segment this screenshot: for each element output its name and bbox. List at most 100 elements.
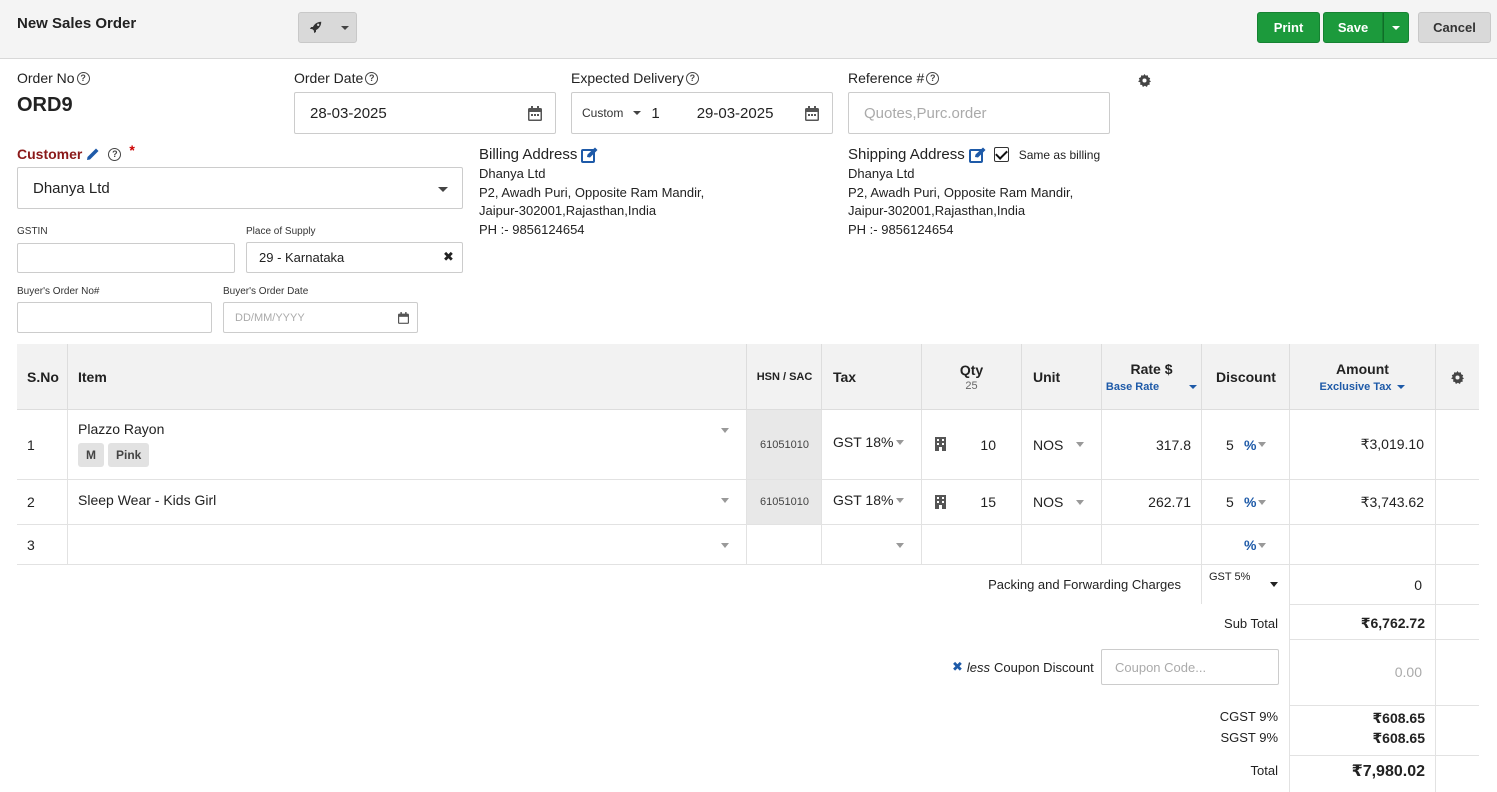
row-tax-select[interactable]: GST 18% (821, 480, 921, 524)
chevron-down-icon (721, 498, 729, 503)
col-settings (1435, 344, 1479, 410)
row-qty-input[interactable] (921, 525, 1021, 564)
row-discount-input[interactable]: 5 % (1201, 480, 1290, 524)
col-discount: Discount (1201, 344, 1290, 410)
calendar-icon[interactable] (398, 312, 409, 324)
same-as-billing-label: Same as billing (1018, 147, 1101, 162)
warehouse-icon[interactable] (935, 437, 946, 451)
delivery-mode-select[interactable]: Custom (582, 106, 623, 120)
row-tax-select[interactable] (821, 525, 921, 564)
edit-icon[interactable] (581, 147, 598, 163)
help-icon[interactable]: ? (365, 71, 379, 85)
chevron-down-icon (1397, 385, 1406, 389)
help-icon[interactable]: ? (926, 71, 940, 85)
save-options-button[interactable] (1383, 12, 1409, 43)
table-row: 1 Plazzo Rayon M Pink 61051010 GST 18% 10… (17, 410, 1479, 480)
row-tax-select[interactable]: GST 18% (821, 410, 921, 479)
sgst-label: SGST 9% (1220, 730, 1278, 745)
remove-coupon-icon[interactable]: ✖ (952, 659, 963, 675)
gstin-input[interactable] (17, 243, 235, 273)
packing-tax-select[interactable]: GST 5% (1209, 571, 1278, 587)
page-title: New Sales Order (17, 15, 137, 32)
row-item-select[interactable]: Plazzo Rayon M Pink (67, 410, 747, 479)
col-qty: Qty 25 (921, 344, 1021, 410)
coupon-code-input[interactable]: Coupon Code... (1101, 649, 1279, 685)
col-sno: S.No (27, 369, 59, 385)
shipping-address-title: Shipping Address Same as billing (848, 146, 1101, 163)
gear-icon[interactable] (1138, 74, 1151, 87)
row-rate-input[interactable]: 317.8 (1101, 410, 1201, 479)
calendar-icon[interactable] (805, 106, 819, 121)
row-discount-input[interactable]: 5 % (1201, 410, 1290, 479)
row-amount (1289, 525, 1435, 564)
row-unit-select[interactable]: NOS (1021, 410, 1101, 479)
row-hsn: 61051010 (746, 410, 822, 479)
row-qty-input[interactable]: 15 (921, 480, 1021, 524)
sgst-value: ₹608.65 (1372, 730, 1425, 746)
warehouse-icon[interactable] (935, 495, 946, 509)
row-actions (1435, 480, 1479, 524)
help-icon[interactable]: ? (685, 71, 699, 85)
discount-type-select[interactable]: % (1244, 494, 1256, 510)
buyers-order-date-input[interactable]: DD/MM/YYYY (223, 302, 418, 333)
row-unit-select[interactable]: NOS (1021, 480, 1101, 524)
help-icon[interactable]: ? (108, 147, 122, 161)
row-rate-input[interactable] (1101, 525, 1201, 564)
pencil-icon[interactable] (86, 147, 100, 161)
order-no-label: Order No? (17, 70, 90, 86)
coupon-row: ✖ less Coupon Discount (952, 659, 1094, 675)
expected-delivery-label: Expected Delivery? (571, 70, 699, 86)
chevron-down-icon (896, 543, 904, 548)
chevron-down-icon (721, 428, 729, 433)
divider (1289, 705, 1479, 706)
cancel-button[interactable]: Cancel (1418, 12, 1491, 43)
col-tax: Tax (821, 344, 921, 410)
row-sno: 1 (27, 436, 35, 453)
customer-select[interactable]: Dhanya Ltd (17, 167, 463, 209)
same-as-billing-checkbox[interactable] (993, 147, 1009, 162)
row-qty-input[interactable]: 10 (921, 410, 1021, 479)
row-item-select[interactable] (67, 525, 747, 564)
place-of-supply-label: Place of Supply (246, 226, 316, 237)
print-button[interactable]: Print (1257, 12, 1320, 43)
delivery-days-input[interactable]: 1 (651, 105, 659, 122)
place-of-supply-select[interactable]: 29 - Karnataka ✖ (246, 242, 463, 273)
reference-input[interactable]: Quotes,Purc.order (848, 92, 1110, 134)
row-rate-input[interactable]: 262.71 (1101, 480, 1201, 524)
quick-actions-button[interactable] (298, 12, 357, 43)
row-item-select[interactable]: Sleep Wear - Kids Girl (67, 480, 747, 524)
calendar-icon[interactable] (528, 106, 542, 121)
items-table-header: S.No Item HSN / SAC Tax Qty 25 Unit Rate… (17, 344, 1479, 410)
rocket-icon (309, 21, 322, 34)
chevron-down-icon (1076, 500, 1084, 505)
total-value: ₹7,980.02 (1351, 763, 1425, 780)
divider (1289, 639, 1479, 640)
save-button[interactable]: Save (1323, 12, 1383, 43)
table-row: 2 Sleep Wear - Kids Girl 61051010 GST 18… (17, 480, 1479, 525)
amount-type-select[interactable]: Exclusive Tax (1320, 381, 1406, 393)
rate-type-select[interactable]: Base Rate (1106, 381, 1198, 393)
billing-address: Dhanya Ltd P2, Awadh Puri, Opposite Ram … (479, 166, 705, 237)
order-date-input[interactable]: 28-03-2025 (294, 92, 556, 134)
qty-total: 25 (965, 380, 978, 392)
row-unit-select[interactable] (1021, 525, 1101, 564)
packing-value-input[interactable]: 0 (1300, 577, 1422, 593)
shipping-address: Dhanya Ltd P2, Awadh Puri, Opposite Ram … (848, 166, 1074, 237)
buyers-order-no-input[interactable] (17, 302, 212, 333)
row-amount: ₹3,743.62 (1289, 480, 1435, 524)
discount-type-select[interactable]: % (1244, 437, 1256, 453)
row-actions (1435, 525, 1479, 564)
help-icon[interactable]: ? (76, 71, 90, 85)
customer-label: Customer ? * (17, 142, 135, 162)
chevron-down-icon (1258, 500, 1266, 505)
clear-icon[interactable]: ✖ (443, 249, 454, 265)
subtotal-value: ₹6,762.72 (1360, 615, 1425, 631)
discount-type-select[interactable]: % (1244, 537, 1256, 553)
divider (1435, 565, 1436, 792)
col-item: Item (67, 344, 747, 410)
gear-icon[interactable] (1451, 370, 1464, 384)
expected-delivery-input[interactable]: Custom 1 29-03-2025 (571, 92, 833, 134)
chevron-down-icon (1392, 25, 1400, 30)
row-discount-input[interactable]: % (1201, 525, 1290, 564)
edit-icon[interactable] (968, 147, 986, 163)
